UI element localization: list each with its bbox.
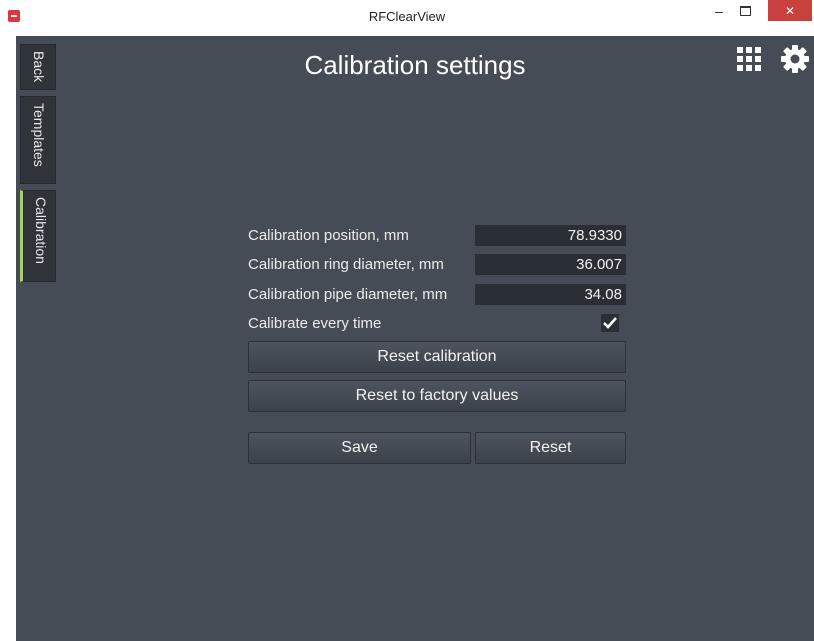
window-title: RFClearView — [368, 9, 446, 24]
ring-diameter-label: Calibration ring diameter, mm — [248, 256, 444, 273]
window-frame — [0, 36, 16, 641]
grid-icon[interactable] — [737, 47, 761, 71]
pipe-diameter-input[interactable] — [475, 284, 626, 305]
tab-calibration[interactable]: Calibration — [20, 190, 56, 282]
close-button[interactable]: ✕ — [768, 0, 812, 21]
tab-label: Templates — [31, 103, 47, 167]
maximize-icon — [739, 6, 751, 16]
title-bar: RFClearView – ✕ — [0, 0, 814, 36]
minimize-button[interactable]: – — [706, 0, 732, 22]
calibrate-every-time-label: Calibrate every time — [248, 315, 382, 332]
pipe-diameter-label: Calibration pipe diameter, mm — [248, 286, 448, 303]
ring-diameter-input[interactable] — [475, 254, 626, 275]
calibration-position-input[interactable] — [475, 225, 626, 246]
main-panel — [16, 36, 814, 641]
page-title: Calibration settings — [304, 50, 526, 80]
reset-calibration-button[interactable]: Reset calibration — [248, 341, 626, 373]
calibration-position-label: Calibration position, mm — [248, 227, 409, 244]
reset-factory-values-button[interactable]: Reset to factory values — [248, 380, 626, 412]
maximize-button[interactable] — [732, 0, 758, 22]
tab-templates[interactable]: Templates — [20, 96, 56, 184]
calibrate-every-time-checkbox[interactable] — [601, 314, 619, 332]
reset-button[interactable]: Reset — [475, 432, 626, 464]
gear-icon[interactable] — [780, 44, 810, 74]
save-button[interactable]: Save — [248, 432, 471, 464]
checkmark-icon — [603, 317, 617, 329]
tab-label: Calibration — [33, 197, 49, 264]
